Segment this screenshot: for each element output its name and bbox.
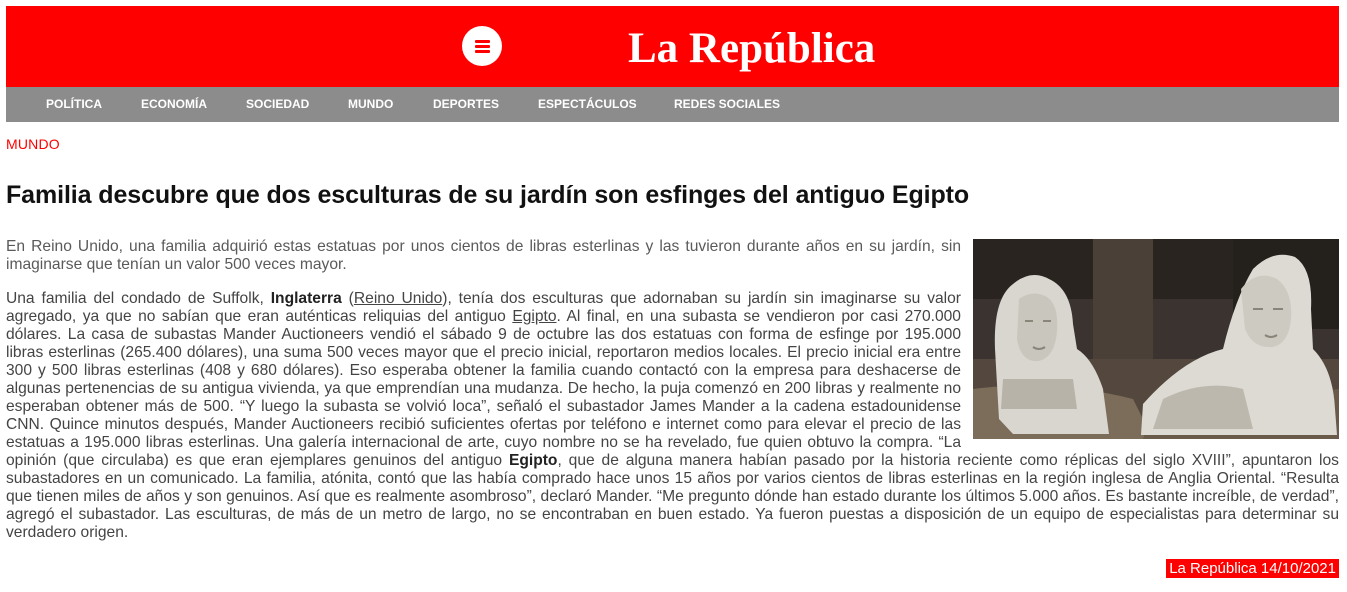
menu-bar <box>475 50 490 53</box>
nav-item-sociedad[interactable]: SOCIEDAD <box>246 87 309 122</box>
article-dateline: La República 14/10/2021 <box>1166 559 1339 578</box>
nav-item-redes-sociales[interactable]: REDES SOCIALES <box>674 87 780 122</box>
masthead: La República <box>6 6 1339 87</box>
nav-item-deportes[interactable]: DEPORTES <box>433 87 499 122</box>
body-bold-egipto: Egipto <box>508 452 558 469</box>
nav-item-mundo[interactable]: MUNDO <box>348 87 393 122</box>
body-text-segment: ( <box>341 290 354 307</box>
article-lead: En Reino Unido, una familia adquirió est… <box>6 238 961 273</box>
body-bold-inglaterra: Inglaterra <box>270 290 342 307</box>
photo-wrap-space <box>961 290 1339 452</box>
nav-item-espectaculos[interactable]: ESPECTÁCULOS <box>538 87 637 122</box>
body-text-segment: Una familia del condado de Suffolk, <box>6 290 271 307</box>
nav-item-economia[interactable]: ECONOMÍA <box>141 87 207 122</box>
link-reino-unido[interactable]: Reino Unido <box>354 290 442 307</box>
article-body: Una familia del condado de Suffolk, Ingl… <box>6 290 1339 542</box>
article-headline: Familia descubre que dos esculturas de s… <box>6 181 970 209</box>
hamburger-menu-icon[interactable] <box>462 26 502 66</box>
body-text-segment: . Al final, en una subasta se vendieron … <box>6 308 961 469</box>
section-navbar: POLÍTICA ECONOMÍA SOCIEDAD MUNDO DEPORTE… <box>6 87 1339 122</box>
menu-bar <box>475 45 490 48</box>
nav-item-politica[interactable]: POLÍTICA <box>46 87 102 122</box>
article-section-label[interactable]: MUNDO <box>6 136 60 152</box>
site-title[interactable]: La República <box>628 25 875 73</box>
menu-bar <box>475 40 490 43</box>
link-egipto[interactable]: Egipto <box>512 308 556 325</box>
